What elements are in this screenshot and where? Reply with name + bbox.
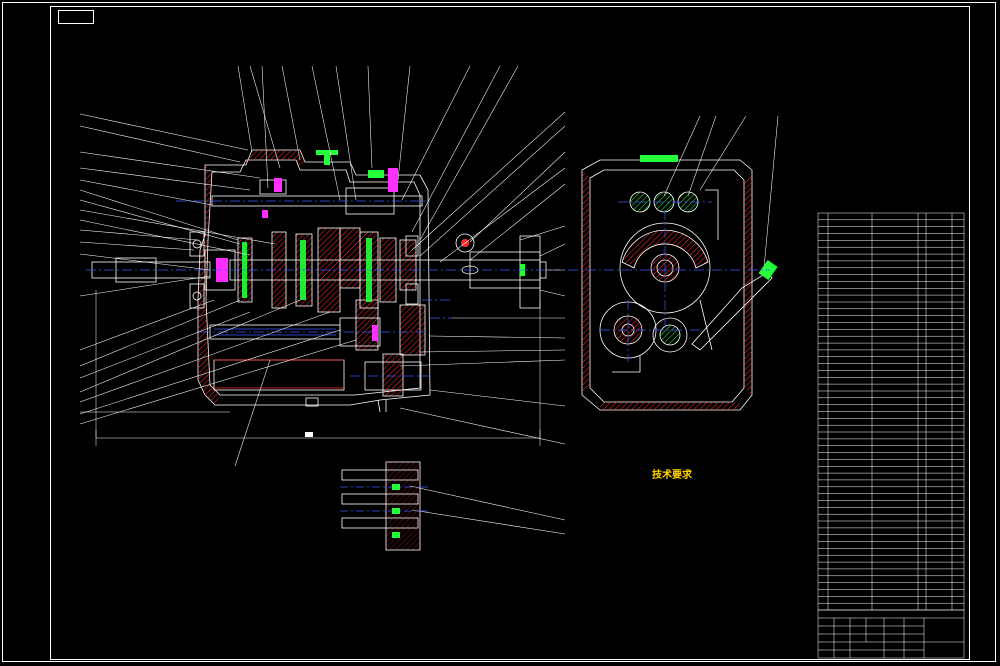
- leader-line: [237, 65, 253, 153]
- leader-line: [539, 243, 566, 257]
- leader-line: [79, 189, 239, 241]
- drawing-canvas: [79, 65, 965, 659]
- leader-line: [411, 509, 566, 535]
- leader-line: [79, 219, 251, 256]
- leader-line: [79, 209, 276, 245]
- leader-line: [261, 65, 269, 189]
- leader-line: [519, 225, 566, 241]
- leader-line: [429, 389, 566, 407]
- leader-line: [763, 115, 779, 269]
- leader-line: [79, 311, 251, 379]
- leader-line: [411, 111, 566, 251]
- leader-line: [79, 167, 251, 191]
- leader-line: [79, 199, 241, 245]
- leader-line: [401, 65, 471, 201]
- leader-line: [79, 179, 213, 206]
- leader-line: [79, 241, 195, 251]
- drawing-sheet: 技术要求: [0, 0, 1000, 666]
- leader-line: [419, 125, 566, 257]
- title-block: [817, 609, 965, 659]
- leader-line: [335, 65, 357, 201]
- leader-line: [397, 65, 411, 181]
- leader-line: [79, 229, 199, 241]
- leader-line: [699, 115, 747, 191]
- leader-line: [419, 65, 519, 241]
- leader-line: [234, 359, 271, 467]
- leader-line: [409, 485, 566, 521]
- parts-list-table: [817, 212, 965, 611]
- leader-line: [79, 329, 341, 415]
- leader-line: [79, 299, 241, 367]
- leader-line: [311, 65, 341, 201]
- cross-section-view: [581, 155, 778, 411]
- leader-line: [419, 349, 566, 353]
- leader-line: [429, 335, 566, 339]
- shift-rail-detail-view: [340, 461, 430, 551]
- leader-line: [79, 113, 249, 151]
- main-section-view: [91, 149, 547, 413]
- leader-line: [539, 289, 566, 297]
- leader-line: [411, 65, 501, 233]
- dimension-lines: [80, 290, 541, 446]
- leader-line: [281, 65, 301, 161]
- technical-requirements-title: 技术要求: [652, 470, 692, 481]
- leader-line: [469, 183, 566, 261]
- leader-line: [687, 115, 717, 197]
- leader-line: [79, 275, 211, 297]
- leader-line: [79, 299, 215, 351]
- leader-line: [367, 65, 373, 169]
